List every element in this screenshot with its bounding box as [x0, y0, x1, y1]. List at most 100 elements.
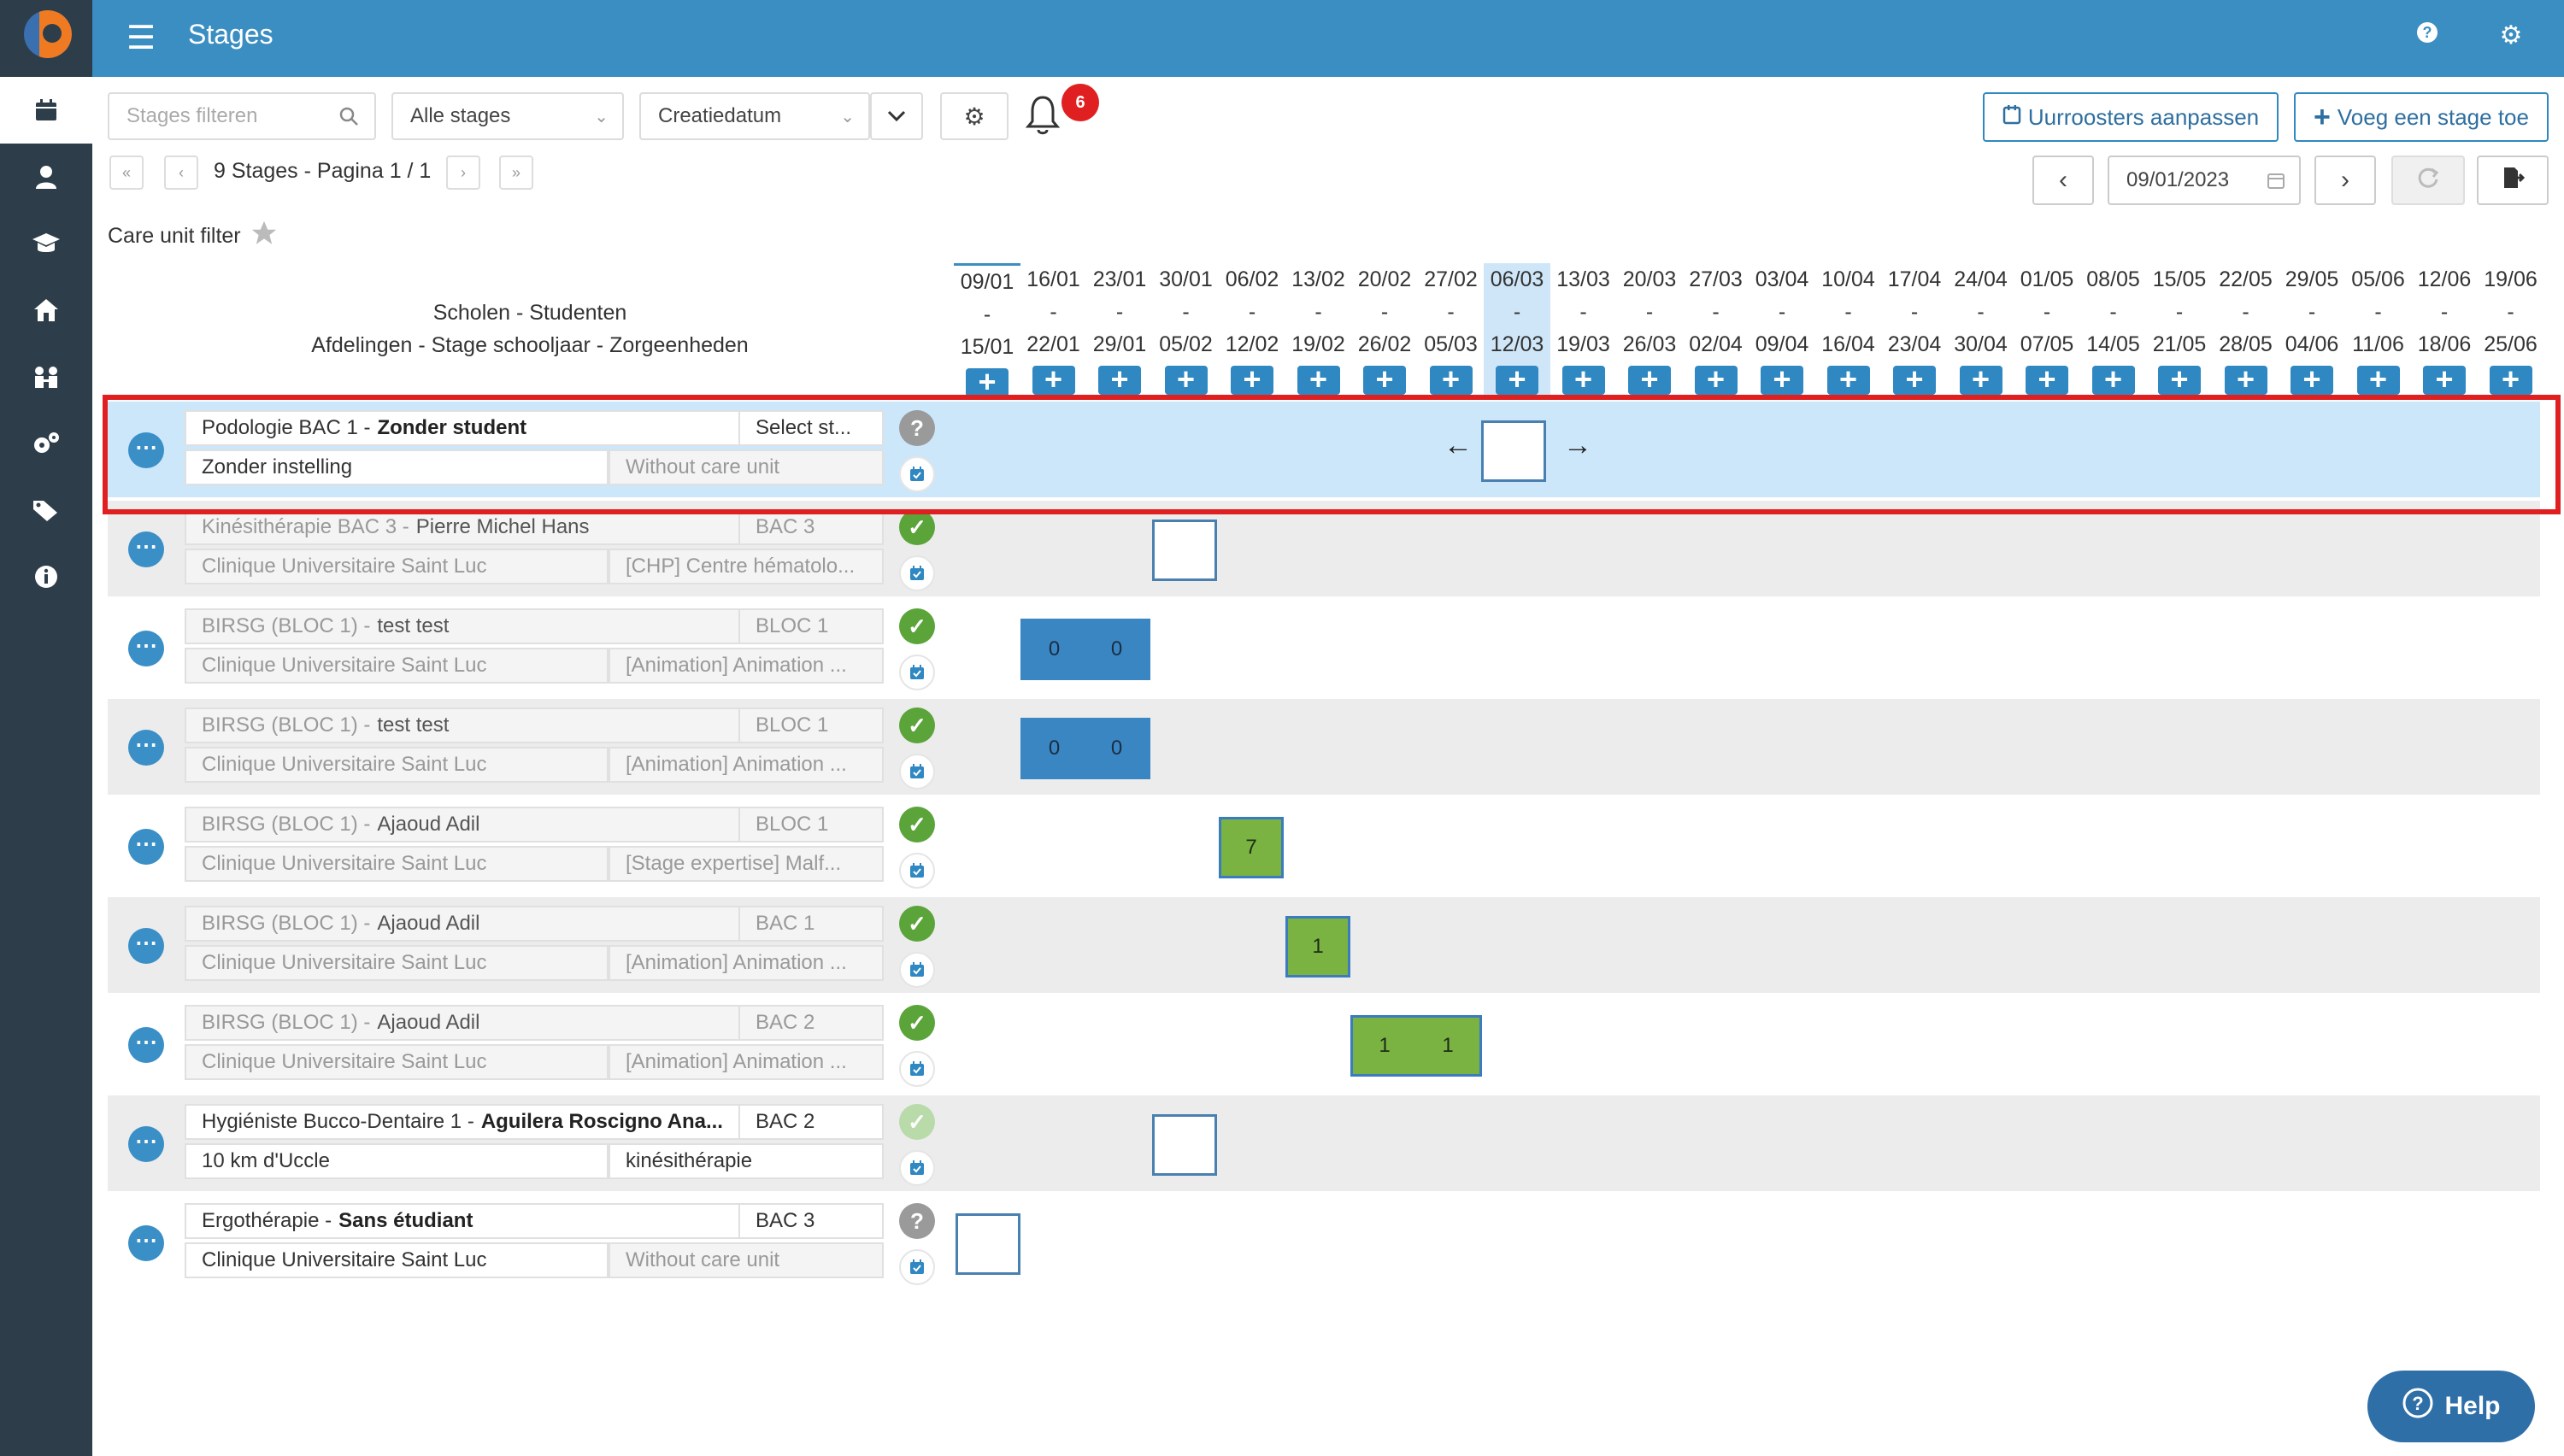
institution-field[interactable]: Clinique Universitaire Saint Luc [185, 945, 609, 981]
add-week-plus-button[interactable]: + [2158, 364, 2201, 395]
level-field[interactable]: BAC 1 [738, 906, 884, 942]
stage-period-box[interactable]: 1 [1285, 916, 1350, 978]
student-icon[interactable] [0, 144, 92, 210]
notifications-bell-icon[interactable] [1024, 94, 1067, 140]
schedule-calendar-icon[interactable] [899, 1051, 935, 1087]
add-week-plus-button[interactable]: + [1231, 364, 1273, 395]
table-row[interactable]: ⋯ BIRSG (BLOC 1) - test test BLOC 1 Clini… [108, 699, 2540, 795]
add-week-plus-button[interactable]: + [2224, 364, 2267, 395]
previous-period-button[interactable]: ‹ [2032, 156, 2094, 205]
check-icon[interactable]: ✓ [899, 509, 935, 545]
next-page-button[interactable]: › [446, 156, 480, 190]
schedule-calendar-icon[interactable] [899, 1150, 935, 1186]
care-unit-field[interactable]: Without care unit [609, 1242, 884, 1278]
add-week-plus-button[interactable]: + [2291, 364, 2333, 395]
add-week-plus-button[interactable]: + [1098, 364, 1141, 395]
program-student-field[interactable]: BIRSG (BLOC 1) - test test [185, 707, 759, 743]
institution-field[interactable]: Clinique Universitaire Saint Luc [185, 648, 609, 684]
table-row[interactable]: ⋯ BIRSG (BLOC 1) - Ajaoud Adil BAC 2 Clin… [108, 996, 2540, 1092]
next-period-button[interactable]: › [2314, 156, 2376, 205]
table-row[interactable]: ⋯ BIRSG (BLOC 1) - Ajaoud Adil BAC 1 Clin… [108, 897, 2540, 993]
program-student-field[interactable]: Kinésithérapie BAC 3 - Pierre Michel Hans [185, 509, 759, 545]
schedule-calendar-icon[interactable] [899, 655, 935, 690]
stage-period-box[interactable]: 00 [1020, 619, 1150, 680]
table-row[interactable]: ⋯ BIRSG (BLOC 1) - Ajaoud Adil BLOC 1 Cli… [108, 798, 2540, 894]
row-options-button[interactable]: ⋯ [128, 1225, 164, 1261]
schedule-calendar-icon[interactable] [899, 1249, 935, 1285]
sort-select[interactable]: Creatiedatum ⌄ [639, 92, 870, 140]
program-student-field[interactable]: BIRSG (BLOC 1) - Ajaoud Adil [185, 807, 759, 842]
stage-period-box[interactable]: 7 [1219, 817, 1284, 878]
add-week-plus-button[interactable]: + [1164, 364, 1208, 395]
level-field[interactable]: BAC 3 [738, 1203, 884, 1239]
add-week-plus-button[interactable]: + [2423, 364, 2466, 395]
first-page-button[interactable]: « [109, 156, 144, 190]
care-unit-field[interactable]: [Animation] Animation ... [609, 945, 884, 981]
search-input[interactable]: Stages filteren [108, 92, 376, 140]
level-field[interactable]: BLOC 1 [738, 807, 884, 842]
users-icon[interactable] [0, 343, 92, 410]
institution-field[interactable]: Clinique Universitaire Saint Luc [185, 1044, 609, 1080]
add-week-plus-button[interactable]: + [1429, 364, 1473, 395]
check-icon[interactable]: ✓ [899, 807, 935, 842]
row-options-button[interactable]: ⋯ [128, 631, 164, 666]
row-options-button[interactable]: ⋯ [128, 1027, 164, 1063]
check-icon[interactable]: ✓ [899, 608, 935, 644]
graduation-cap-icon[interactable] [0, 210, 92, 277]
row-options-button[interactable]: ⋯ [128, 829, 164, 865]
add-week-plus-button[interactable]: + [2356, 364, 2400, 395]
table-row[interactable]: ⋯ Hygiéniste Bucco-Dentaire 1 - Aguilera … [108, 1095, 2540, 1191]
star-icon[interactable] [250, 219, 280, 250]
table-row[interactable]: ⋯ BIRSG (BLOC 1) - test test BLOC 1 Clini… [108, 600, 2540, 696]
row-options-button[interactable]: ⋯ [128, 531, 164, 567]
add-week-plus-button[interactable]: + [2489, 364, 2532, 395]
add-week-plus-button[interactable]: + [1561, 364, 1605, 395]
sort-direction-button[interactable] [870, 92, 923, 140]
export-button[interactable] [2477, 156, 2549, 205]
add-week-plus-button[interactable]: + [1893, 364, 1936, 395]
add-week-plus-button[interactable]: + [1628, 364, 1671, 395]
care-unit-field[interactable]: [Stage expertise] Malf... [609, 846, 884, 882]
stage-period-box[interactable] [1152, 520, 1217, 581]
start-date-picker[interactable]: 09/01/2023 [2108, 156, 2301, 205]
tags-icon[interactable] [0, 477, 92, 543]
stage-period-box[interactable] [1152, 1114, 1217, 1176]
check-icon[interactable]: ✓ [899, 1104, 935, 1140]
add-week-plus-button[interactable]: + [1363, 364, 1406, 395]
hamburger-menu-icon[interactable]: ☰ [126, 19, 156, 57]
add-week-plus-button[interactable]: + [1496, 364, 1538, 395]
care-unit-field[interactable]: [Animation] Animation ... [609, 648, 884, 684]
stage-period-box[interactable] [956, 1213, 1020, 1275]
help-button[interactable]: ? Help [2367, 1371, 2535, 1442]
add-week-plus-button[interactable]: + [1032, 364, 1075, 395]
care-unit-field[interactable]: [CHP] Centre hématolo... [609, 549, 884, 584]
schedule-calendar-icon[interactable] [899, 952, 935, 988]
add-week-plus-button[interactable]: + [1694, 364, 1738, 395]
level-field[interactable]: BLOC 1 [738, 608, 884, 644]
help-circle-icon[interactable]: ? [2412, 21, 2443, 51]
row-options-button[interactable]: ⋯ [128, 1126, 164, 1162]
check-icon[interactable]: ✓ [899, 906, 935, 942]
stage-filter-select[interactable]: Alle stages ⌄ [391, 92, 624, 140]
home-icon[interactable] [0, 277, 92, 343]
program-student-field[interactable]: BIRSG (BLOC 1) - test test [185, 608, 759, 644]
edit-schedules-button[interactable]: Uurroosters aanpassen [1983, 92, 2279, 142]
add-week-plus-button[interactable]: + [2026, 364, 2068, 395]
program-student-field[interactable]: Hygiéniste Bucco-Dentaire 1 - Aguilera Ro… [185, 1104, 759, 1140]
app-logo[interactable] [24, 10, 72, 58]
settings-icon[interactable] [0, 410, 92, 477]
last-page-button[interactable]: » [499, 156, 533, 190]
add-week-plus-button[interactable]: + [2091, 364, 2135, 395]
schedule-calendar-icon[interactable] [899, 853, 935, 889]
care-unit-field[interactable]: [Animation] Animation ... [609, 747, 884, 783]
add-week-plus-button[interactable]: + [1826, 364, 1870, 395]
add-week-plus-button[interactable]: + [966, 367, 1009, 397]
schedule-calendar-icon[interactable] [899, 555, 935, 591]
add-week-plus-button[interactable]: + [1959, 364, 2002, 395]
settings-button[interactable]: ⚙ [940, 92, 1009, 140]
row-options-button[interactable]: ⋯ [128, 928, 164, 964]
level-field[interactable]: BAC 2 [738, 1005, 884, 1041]
institution-field[interactable]: Clinique Universitaire Saint Luc [185, 747, 609, 783]
add-week-plus-button[interactable]: + [1761, 364, 1803, 395]
gear-icon[interactable]: ⚙ [2496, 21, 2526, 51]
